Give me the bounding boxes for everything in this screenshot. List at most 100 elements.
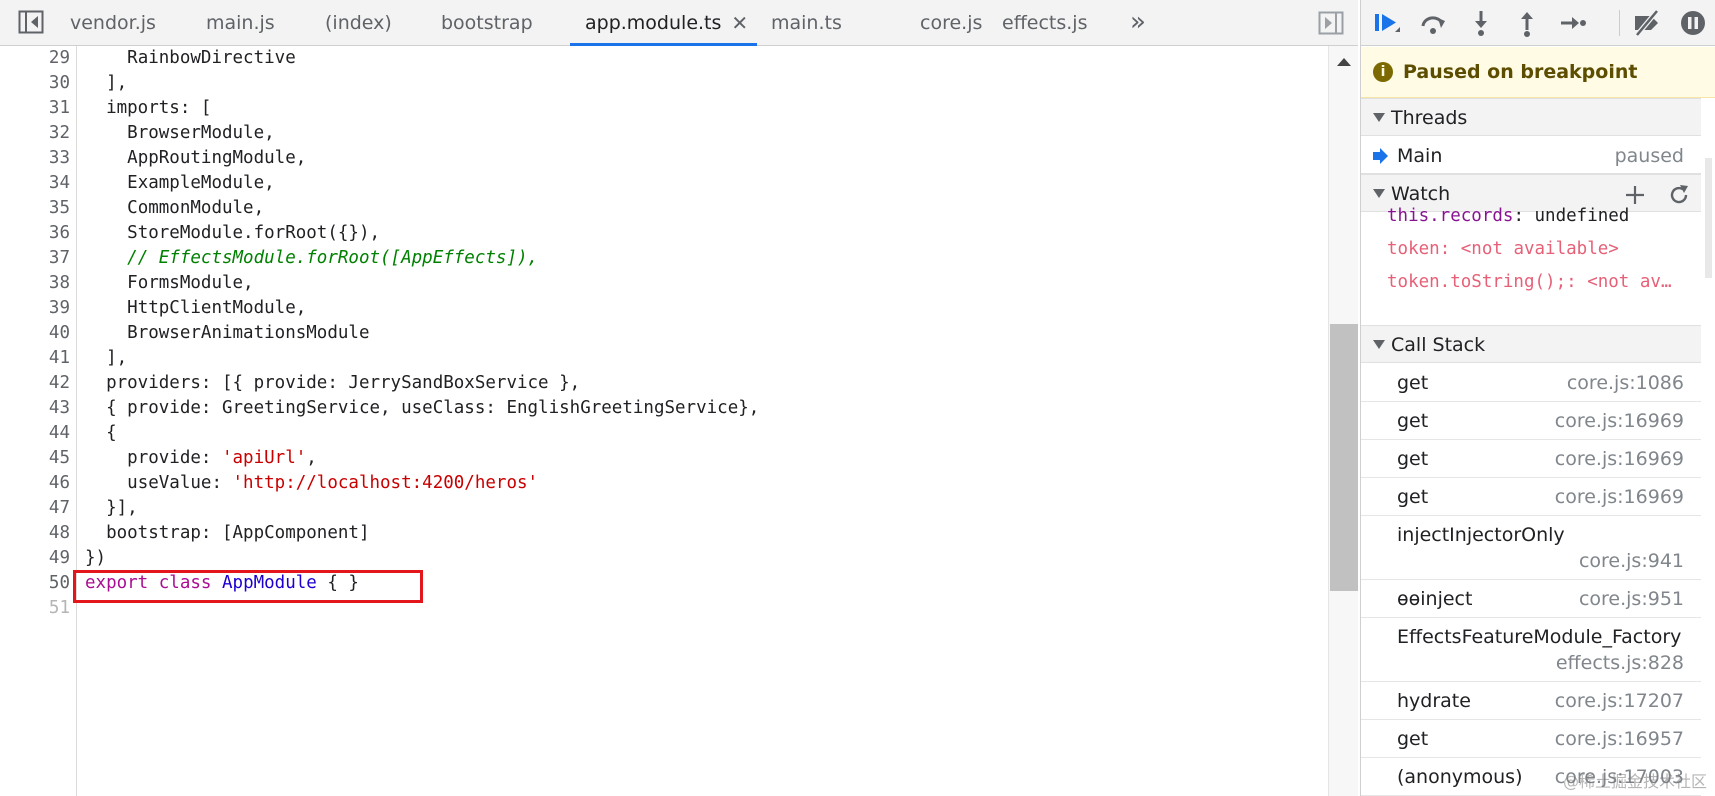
tab-main-ts[interactable]: main.ts [771,0,842,46]
sidebar-scroll-thumb[interactable] [1705,158,1712,278]
line-number[interactable]: 34 [10,171,70,196]
code-editor[interactable]: 29 30 31 32 33 34 35 36 37 38 39 40 41 42 43 44 45 46 47 48… [0,46,1328,796]
line-number[interactable]: 43 [10,396,70,421]
call-frame-function: ɵɵinject [1397,588,1473,610]
call-frame-location[interactable]: core.js:16969 [1555,478,1684,516]
line-number[interactable]: 35 [10,196,70,221]
line-number[interactable]: 33 [10,146,70,171]
tab-index[interactable]: (index) [325,0,392,46]
line-number[interactable]: 42 [10,371,70,396]
code-line: ], [85,346,127,371]
line-number[interactable]: 31 [10,96,70,121]
pause-on-exceptions-icon[interactable] [1677,8,1709,38]
call-frame-location[interactable]: core.js:1086 [1567,364,1684,402]
call-frame-function: get [1397,486,1429,508]
watch-expression[interactable]: token.toString();: <not av… [1387,265,1671,299]
line-number[interactable]: 51 [10,596,70,621]
call-frame[interactable]: hydrate core.js:17207 [1361,682,1715,720]
tab-label: bootstrap [441,12,533,34]
deactivate-breakpoints-icon[interactable] [1631,8,1663,38]
call-frame[interactable]: EffectsFeatureModule_Factory effects.js:8… [1361,618,1715,682]
code-line: RainbowDirective [85,46,296,71]
line-number[interactable]: 32 [10,121,70,146]
code-line: }], [85,496,138,521]
line-number[interactable]: 46 [10,471,70,496]
tab-vendor-js[interactable]: vendor.js [70,0,156,46]
call-frame-location[interactable]: core.js:17207 [1555,682,1684,720]
step-over-icon[interactable] [1417,8,1449,38]
watch-expression[interactable]: this.records: undefined [1387,199,1629,233]
step-out-icon[interactable] [1511,8,1543,38]
call-frame-location[interactable]: core.js:941 [1579,542,1684,580]
watch-expression-value: : <not available> [1439,239,1619,259]
call-frame[interactable]: get core.js:16969 [1361,440,1715,478]
code-token: }) [85,548,107,568]
line-number-gutter[interactable]: 29 30 31 32 33 34 35 36 37 38 39 40 41 42 43 44 45 46 47 48… [0,46,77,796]
step-into-icon[interactable] [1465,8,1497,38]
thread-name: Main [1397,145,1443,167]
line-number[interactable]: 38 [10,271,70,296]
line-number[interactable]: 40 [10,321,70,346]
call-frame[interactable]: injectInjectorOnly core.js:941 [1361,516,1715,580]
watch-expression[interactable]: token: <not available> [1387,232,1619,266]
line-number[interactable]: 48 [10,521,70,546]
line-number[interactable]: 49 [10,546,70,571]
tab-core-js[interactable]: core.js [920,0,982,46]
editor-scrollbar[interactable] [1328,46,1358,796]
call-frame[interactable]: ɵɵinject core.js:951 [1361,580,1715,618]
line-number[interactable]: 37 [10,246,70,271]
tab-effects-js[interactable]: effects.js [1002,0,1087,46]
code-token: RainbowDirective [127,48,296,68]
call-frame-location[interactable]: core.js:951 [1579,580,1684,618]
toggle-debugger-sidebar-icon[interactable] [1318,11,1344,35]
line-number[interactable]: 45 [10,446,70,471]
code-line: { [85,421,117,446]
resume-icon[interactable] [1371,8,1403,38]
refresh-watch-icon[interactable] [1667,183,1691,207]
line-number[interactable]: 41 [10,346,70,371]
scroll-up-icon[interactable] [1337,58,1351,66]
line-number[interactable]: 47 [10,496,70,521]
call-frame[interactable]: get core.js:16969 [1361,478,1715,516]
paused-status-banner: i Paused on breakpoint [1361,47,1715,98]
sidebar-scrollbar[interactable] [1701,98,1715,796]
line-number[interactable]: 50 [10,571,70,596]
call-frame-location[interactable]: core.js:16969 [1555,440,1684,478]
line-number[interactable]: 44 [10,421,70,446]
editor-scroll-thumb[interactable] [1330,324,1358,591]
threads-section-header[interactable]: Threads [1361,98,1715,136]
code-token: useValue: [127,473,233,493]
tab-app-module-ts[interactable]: app.module.ts ✕ [569,0,758,46]
line-number[interactable]: 36 [10,221,70,246]
line-number[interactable]: 39 [10,296,70,321]
line-number[interactable]: 29 [10,46,70,71]
code-token: BrowserAnimationsModule [127,323,370,343]
line-number[interactable]: 30 [10,71,70,96]
code-line: HttpClientModule, [85,296,306,321]
tab-bootstrap[interactable]: bootstrap [441,0,533,46]
call-frame-location[interactable]: core.js:16957 [1555,720,1684,758]
code-line: // EffectsModule.forRoot([AppEffects]), [85,246,538,271]
more-tabs-button[interactable]: » [1130,0,1146,46]
call-frame[interactable]: get core.js:16957 [1361,720,1715,758]
step-icon[interactable] [1557,8,1589,38]
call-frame[interactable]: get core.js:1086 [1361,364,1715,402]
close-tab-icon[interactable]: ✕ [731,0,748,46]
tab-main-js[interactable]: main.js [206,0,275,46]
thread-status: paused [1614,145,1684,167]
call-frame[interactable]: get core.js:16969 [1361,402,1715,440]
call-frame-location[interactable]: core.js:16969 [1555,402,1684,440]
call-stack-section-header[interactable]: Call Stack [1361,325,1715,363]
toggle-navigator-icon[interactable] [18,10,44,34]
thread-item[interactable]: Main paused [1361,138,1715,174]
code-line: provide: 'apiUrl', [85,446,317,471]
tab-label: main.js [206,12,275,34]
tab-label: effects.js [1002,12,1088,34]
call-frame-location[interactable]: effects.js:828 [1556,644,1684,682]
